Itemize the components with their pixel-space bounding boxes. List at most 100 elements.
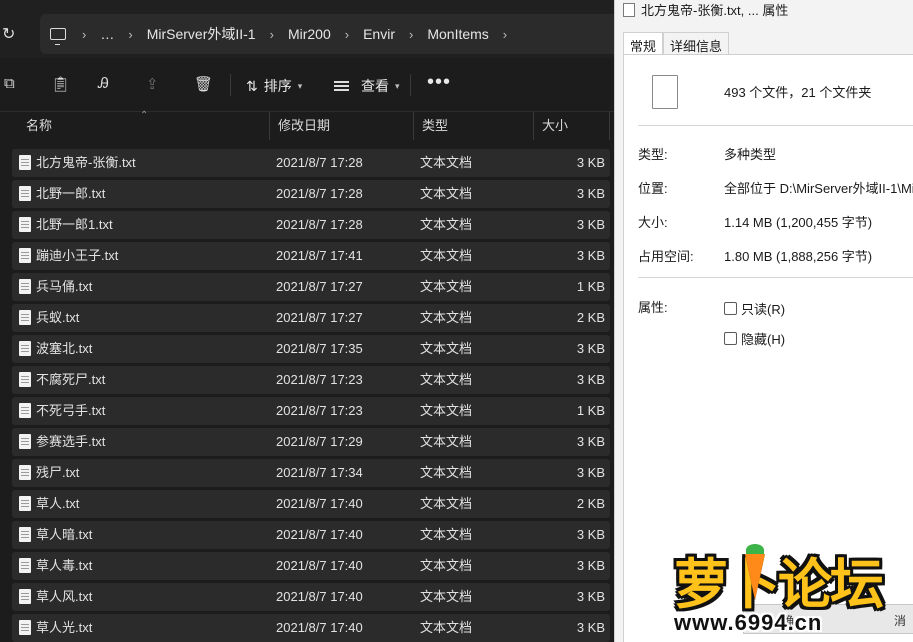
type-label: 类型:: [638, 147, 668, 162]
size-value: 1.14 MB (1,200,455 字节): [724, 215, 873, 230]
file-name: 草人暗.txt: [36, 527, 93, 542]
file-row[interactable]: 草人暗.txt 2021/8/7 17:40 文本文档 3 KB: [12, 521, 610, 549]
location-label: 位置:: [638, 181, 668, 196]
readonly-checkbox[interactable]: 只读(R): [724, 299, 785, 318]
text-file-icon: [19, 155, 31, 170]
file-name: 参赛选手.txt: [36, 434, 106, 449]
breadcrumb-item[interactable]: MirServer外域II-1: [147, 24, 256, 44]
file-type: 文本文档: [420, 465, 473, 480]
refresh-icon[interactable]: ↻: [2, 24, 15, 44]
file-name: 兵蚁.txt: [36, 310, 80, 325]
checkbox-box[interactable]: [724, 332, 737, 345]
text-file-icon: [19, 310, 31, 325]
this-pc-icon[interactable]: [50, 28, 66, 45]
column-header-row: ⌃ 名称 修改日期 类型 大小: [0, 110, 614, 140]
file-row[interactable]: 草人毒.txt 2021/8/7 17:40 文本文档 3 KB: [12, 552, 610, 580]
sort-label: 排序: [263, 78, 292, 94]
file-size: 3 KB: [576, 620, 605, 635]
file-row[interactable]: 蹦迪小王子.txt 2021/8/7 17:41 文本文档 3 KB: [12, 242, 610, 270]
file-type: 文本文档: [420, 217, 473, 232]
file-size: 2 KB: [576, 496, 605, 511]
file-row[interactable]: 参赛选手.txt 2021/8/7 17:29 文本文档 3 KB: [12, 428, 610, 456]
text-file-icon: [19, 589, 31, 604]
file-date: 2021/8/7 17:40: [276, 620, 363, 635]
copy-icon[interactable]: ⧉: [4, 75, 15, 92]
file-row[interactable]: 草人风.txt 2021/8/7 17:40 文本文档 3 KB: [12, 583, 610, 611]
file-type: 文本文档: [420, 186, 473, 201]
chevron-right-icon[interactable]: ›: [503, 27, 507, 42]
file-type: 文本文档: [420, 620, 473, 635]
file-row[interactable]: 草人光.txt 2021/8/7 17:40 文本文档 3 KB: [12, 614, 610, 642]
file-row[interactable]: 兵马俑.txt 2021/8/7 17:27 文本文档 1 KB: [12, 273, 610, 301]
watermark-url: www.6994.cn: [674, 610, 823, 635]
column-header-date[interactable]: 修改日期: [270, 112, 414, 140]
file-size: 3 KB: [576, 589, 605, 604]
file-row[interactable]: 北野一郎.txt 2021/8/7 17:28 文本文档 3 KB: [12, 180, 610, 208]
type-value: 多种类型: [724, 147, 777, 162]
readonly-label: 只读(R): [741, 302, 786, 317]
file-row[interactable]: 兵蚁.txt 2021/8/7 17:27 文本文档 2 KB: [12, 304, 610, 332]
file-name: 不腐死尸.txt: [36, 372, 106, 387]
paste-icon[interactable]: 📋︎: [51, 75, 70, 93]
file-name: 不死弓手.txt: [36, 403, 106, 418]
file-type: 文本文档: [420, 248, 473, 263]
file-date: 2021/8/7 17:41: [276, 248, 363, 263]
file-row[interactable]: 不腐死尸.txt 2021/8/7 17:23 文本文档 3 KB: [12, 366, 610, 394]
file-date: 2021/8/7 17:40: [276, 496, 363, 511]
breadcrumb-item[interactable]: MonItems: [427, 26, 488, 42]
dialog-tabs: 常规 详细信息: [623, 32, 730, 55]
share-icon[interactable]: ⇪: [146, 75, 159, 93]
file-row[interactable]: 草人.txt 2021/8/7 17:40 文本文档 2 KB: [12, 490, 610, 518]
file-type: 文本文档: [420, 155, 473, 170]
dialog-title: 北方鬼帝-张衡.txt, ... 属性: [641, 3, 789, 18]
chevron-right-icon: ›: [82, 26, 87, 42]
chevron-down-icon: ▾: [395, 80, 400, 91]
file-row[interactable]: 不死弓手.txt 2021/8/7 17:23 文本文档 1 KB: [12, 397, 610, 425]
hidden-checkbox[interactable]: 隐藏(H): [724, 329, 785, 348]
tab-details[interactable]: 详细信息: [663, 32, 730, 55]
file-name: 北野一郎.txt: [36, 186, 106, 201]
text-file-icon: [19, 372, 31, 387]
file-date: 2021/8/7 17:40: [276, 589, 363, 604]
size-label: 大小:: [638, 215, 668, 230]
file-row[interactable]: 残尸.txt 2021/8/7 17:34 文本文档 3 KB: [12, 459, 610, 487]
text-file-icon: [19, 217, 31, 232]
file-row[interactable]: 北方鬼帝-张衡.txt 2021/8/7 17:28 文本文档 3 KB: [12, 149, 610, 177]
text-file-icon: [19, 434, 31, 449]
file-size: 3 KB: [576, 155, 605, 170]
tab-general[interactable]: 常规: [623, 32, 664, 55]
breadcrumb-overflow[interactable]: …: [100, 26, 114, 42]
delete-icon[interactable]: 🗑︎: [194, 75, 213, 93]
file-type: 文本文档: [420, 558, 473, 573]
view-button[interactable]: 查看 ▾: [334, 76, 400, 96]
carrot-icon: [745, 554, 765, 600]
file-count-summary: 493 个文件，21 个文件夹: [724, 85, 872, 100]
file-date: 2021/8/7 17:29: [276, 434, 363, 449]
file-date: 2021/8/7 17:40: [276, 558, 363, 573]
file-name: 草人毒.txt: [36, 558, 93, 573]
file-type: 文本文档: [420, 527, 473, 542]
address-bar-area: ↻ › … › MirServer外域II-1 › Mir200 › Envir…: [0, 0, 614, 58]
more-options-button[interactable]: •••: [427, 71, 451, 94]
file-size: 3 KB: [576, 558, 605, 573]
column-header-name[interactable]: 名称: [18, 112, 270, 140]
file-row[interactable]: 北野一郎1.txt 2021/8/7 17:28 文本文档 3 KB: [12, 211, 610, 239]
file-name: 北野一郎1.txt: [36, 217, 113, 232]
file-type: 文本文档: [420, 496, 473, 511]
file-size: 1 KB: [576, 279, 605, 294]
file-date: 2021/8/7 17:35: [276, 341, 363, 356]
file-date: 2021/8/7 17:28: [276, 186, 363, 201]
breadcrumb[interactable]: › … › MirServer外域II-1 › Mir200 › Envir ›…: [40, 14, 614, 54]
breadcrumb-item[interactable]: Mir200: [288, 26, 331, 42]
view-list-icon: [334, 81, 349, 91]
column-header-type[interactable]: 类型: [414, 112, 534, 140]
breadcrumb-item[interactable]: Envir: [363, 26, 395, 42]
file-type: 文本文档: [420, 403, 473, 418]
sort-button[interactable]: ⇅ 排序 ▾: [246, 76, 302, 96]
text-file-icon: [19, 248, 31, 263]
file-row[interactable]: 波塞北.txt 2021/8/7 17:35 文本文档 3 KB: [12, 335, 610, 363]
checkbox-box[interactable]: [724, 302, 737, 315]
rename-icon[interactable]: Ꭿ: [98, 75, 109, 92]
column-header-size[interactable]: 大小: [534, 112, 610, 140]
watermark-logo: 萝卜论坛 www.6994.cn: [662, 540, 912, 640]
